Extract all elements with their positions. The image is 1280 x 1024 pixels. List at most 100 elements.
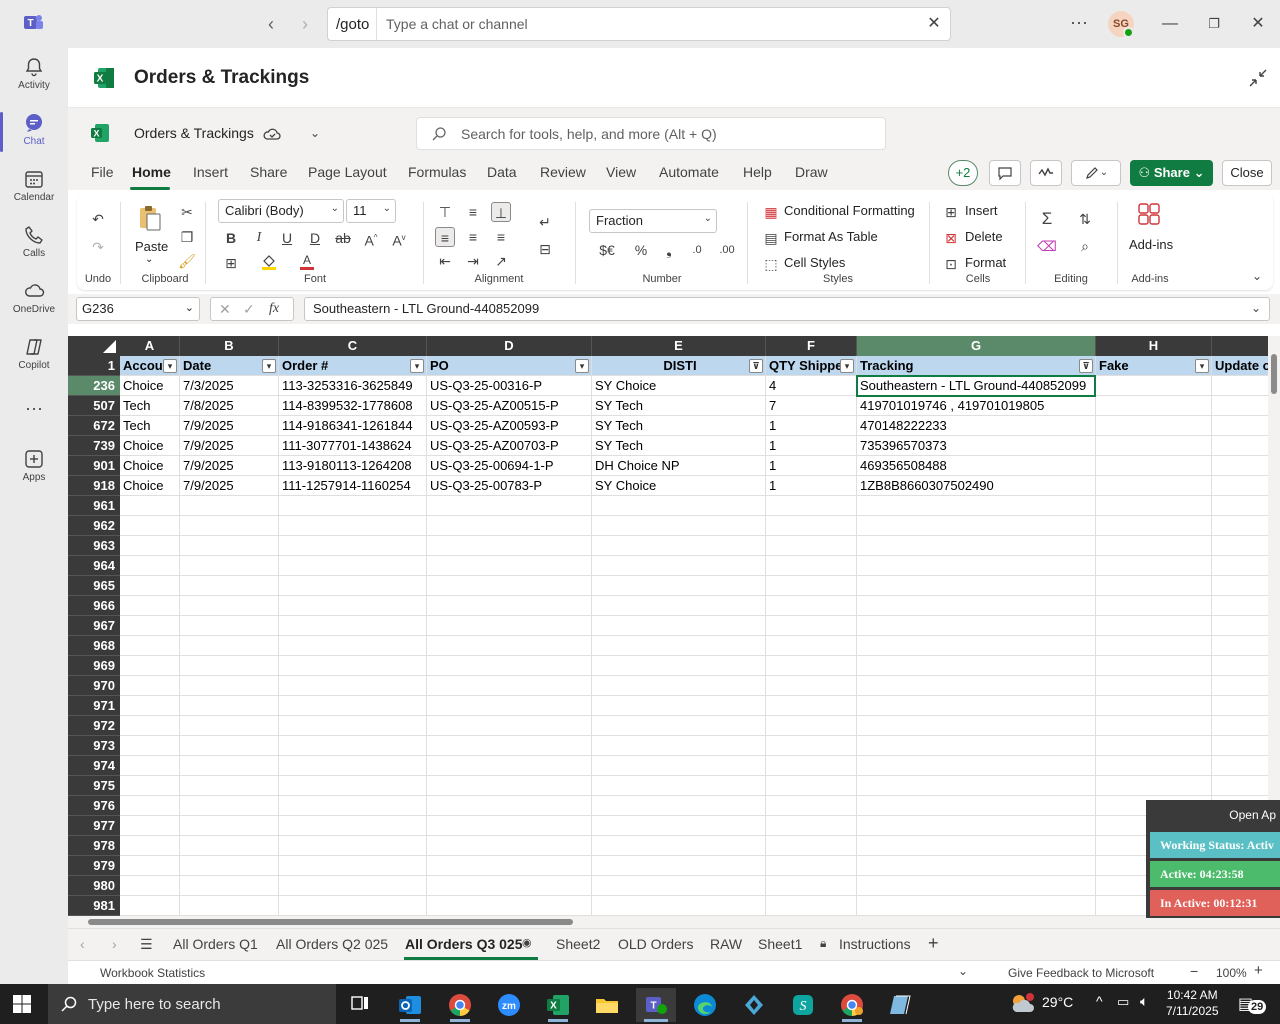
task-view-icon[interactable] [340, 988, 380, 1022]
table-cell[interactable] [279, 536, 427, 556]
table-cell[interactable] [1096, 516, 1212, 536]
table-cell[interactable] [427, 836, 592, 856]
table-cell[interactable]: 1ZB8B8660307502490 [857, 476, 1096, 496]
table-cell[interactable] [279, 736, 427, 756]
table-cell[interactable] [766, 696, 857, 716]
table-cell[interactable] [857, 596, 1096, 616]
cancel-entry-icon[interactable]: ✕ [219, 298, 231, 320]
forward-arrow-icon[interactable]: › [294, 13, 316, 35]
row-header[interactable]: 977 [68, 816, 120, 836]
table-cell[interactable] [427, 796, 592, 816]
table-cell[interactable] [766, 816, 857, 836]
table-header-cell[interactable]: Accou ▾ [120, 356, 180, 376]
table-cell[interactable]: 419701019746 , 419701019805 [857, 396, 1096, 416]
table-cell[interactable] [180, 616, 279, 636]
table-cell[interactable] [766, 676, 857, 696]
table-cell[interactable] [1096, 636, 1212, 656]
chevron-down-icon[interactable]: ⌄ [310, 126, 320, 140]
cell-styles-icon[interactable]: ⬚ [761, 254, 781, 274]
table-cell[interactable] [427, 656, 592, 676]
table-cell[interactable] [857, 536, 1096, 556]
table-cell[interactable] [766, 516, 857, 536]
row-header[interactable]: 672 [68, 416, 120, 436]
table-cell[interactable] [766, 716, 857, 736]
table-cell[interactable]: 470148222233 [857, 416, 1096, 436]
table-cell[interactable] [1212, 616, 1268, 636]
table-cell[interactable] [1096, 416, 1212, 436]
table-cell[interactable]: 114-9186341-1261844 [279, 416, 427, 436]
table-cell[interactable] [857, 516, 1096, 536]
table-cell[interactable] [120, 656, 180, 676]
table-cell[interactable] [592, 736, 766, 756]
align-top-icon[interactable]: ⊤ [435, 202, 455, 222]
cell-styles-button[interactable]: Cell Styles [784, 255, 845, 270]
table-cell[interactable] [857, 856, 1096, 876]
table-cell[interactable] [180, 656, 279, 676]
scroll-thumb[interactable] [1271, 354, 1277, 394]
table-cell[interactable]: 7/9/2025 [180, 456, 279, 476]
row-header[interactable]: 971 [68, 696, 120, 716]
table-cell[interactable] [120, 696, 180, 716]
row-header[interactable]: 236 [68, 376, 120, 396]
format-cells-icon[interactable]: ⊡ [941, 254, 961, 274]
table-cell[interactable] [766, 556, 857, 576]
table-cell[interactable] [1212, 516, 1268, 536]
table-header-cell[interactable]: Update o [1212, 356, 1268, 376]
table-cell[interactable] [857, 876, 1096, 896]
table-cell[interactable] [1212, 756, 1268, 776]
table-cell[interactable] [857, 836, 1096, 856]
find-icon[interactable]: ⌕ [1075, 236, 1095, 256]
table-cell[interactable] [180, 756, 279, 776]
table-cell[interactable] [180, 816, 279, 836]
table-cell[interactable] [120, 556, 180, 576]
feedback-link[interactable]: Give Feedback to Microsoft [1008, 966, 1154, 980]
table-cell[interactable]: US-Q3-25-AZ00703-P [427, 436, 592, 456]
file-explorer-icon[interactable] [587, 988, 627, 1022]
table-cell[interactable]: 7/9/2025 [180, 476, 279, 496]
app-diamond-icon[interactable] [734, 988, 774, 1022]
table-cell[interactable] [279, 716, 427, 736]
decrease-decimal-icon[interactable]: .00 [717, 240, 737, 260]
add-ins-button[interactable]: Add-ins [1129, 237, 1173, 252]
close-icon[interactable]: ✕ [924, 14, 944, 34]
table-cell[interactable] [279, 636, 427, 656]
table-cell[interactable] [180, 536, 279, 556]
table-cell[interactable] [279, 796, 427, 816]
table-cell[interactable] [279, 696, 427, 716]
column-header[interactable]: A [120, 336, 180, 356]
tab-view[interactable]: View [604, 164, 638, 188]
table-cell[interactable]: 7/3/2025 [180, 376, 279, 396]
table-cell[interactable] [1212, 736, 1268, 756]
share-button[interactable]: ⚇ Share ⌄ [1130, 160, 1213, 186]
column-header[interactable]: D [427, 336, 592, 356]
row-header[interactable]: 979 [68, 856, 120, 876]
table-cell[interactable] [279, 496, 427, 516]
row-header[interactable]: 964 [68, 556, 120, 576]
table-cell[interactable] [427, 716, 592, 736]
table-cell[interactable] [279, 576, 427, 596]
row-header[interactable]: 961 [68, 496, 120, 516]
table-cell[interactable] [427, 616, 592, 636]
table-cell[interactable] [766, 876, 857, 896]
horizontal-scrollbar[interactable] [68, 916, 1280, 928]
sheet-tab[interactable]: Instructions [839, 936, 911, 952]
merge-center-icon[interactable]: ⊟ [535, 239, 555, 259]
column-header[interactable]: G [857, 336, 1096, 356]
table-cell[interactable] [857, 816, 1096, 836]
autosum-icon[interactable]: Σ [1037, 209, 1057, 229]
windows-start-icon[interactable] [12, 994, 32, 1014]
excel-search-box[interactable] [416, 117, 886, 150]
table-cell[interactable] [120, 616, 180, 636]
excel-taskbar-icon[interactable]: X [538, 988, 578, 1022]
font-name-dropdown[interactable]: Calibri (Body) ⌄ [218, 199, 344, 223]
table-cell[interactable] [1096, 576, 1212, 596]
weather-icon[interactable] [1008, 990, 1036, 1018]
table-cell[interactable] [1096, 476, 1212, 496]
delete-cells-icon[interactable]: ⊠ [941, 228, 961, 248]
add-ins-icon[interactable] [1137, 202, 1161, 226]
add-sheet-icon[interactable]: + [928, 933, 939, 954]
system-clock[interactable]: 10:42 AM 7/11/2025 [1166, 987, 1219, 1019]
wrap-text-icon[interactable]: ↵ [535, 212, 555, 232]
table-cell[interactable]: SY Tech [592, 416, 766, 436]
table-cell[interactable] [1212, 416, 1268, 436]
